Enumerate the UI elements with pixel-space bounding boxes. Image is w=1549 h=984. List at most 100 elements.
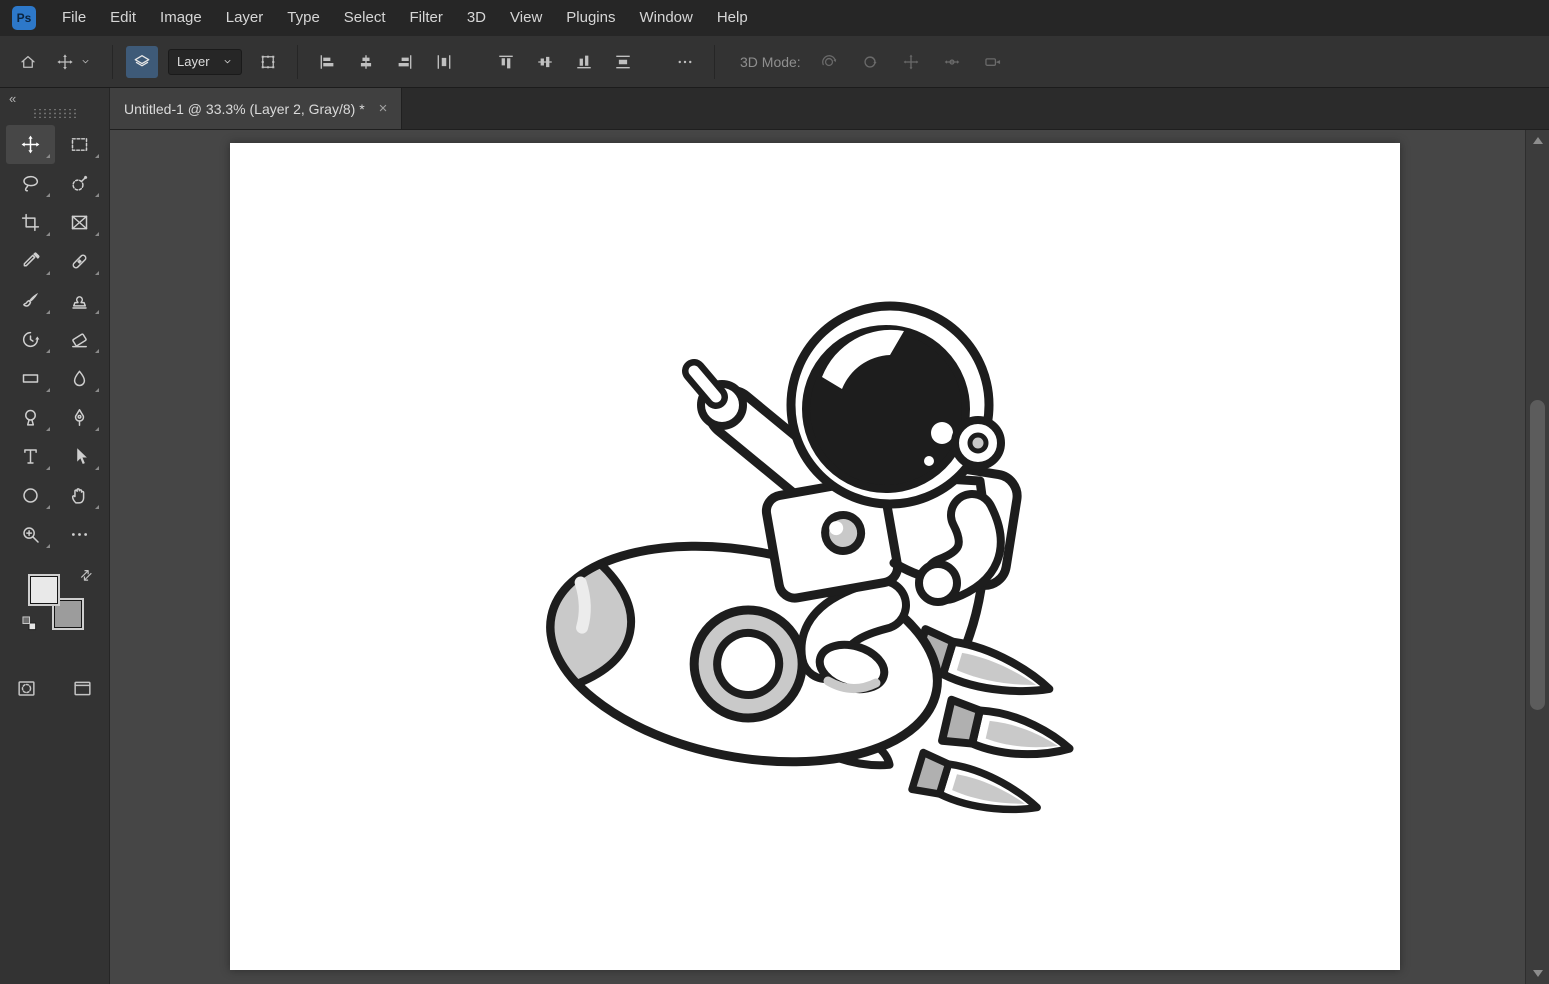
distribute-horizontal-centers-button[interactable] <box>428 46 460 78</box>
menu-window[interactable]: Window <box>627 0 704 36</box>
scroll-up-arrow[interactable] <box>1533 137 1543 144</box>
align-top-edges-icon <box>497 53 515 71</box>
lasso-tool[interactable] <box>6 164 55 203</box>
tool-panel-grip[interactable] <box>32 109 78 118</box>
align-buttons-group-2 <box>490 46 639 78</box>
menu-view[interactable]: View <box>498 0 554 36</box>
menu-edit[interactable]: Edit <box>98 0 148 36</box>
quick-selection-tool[interactable] <box>55 164 104 203</box>
menu-select[interactable]: Select <box>332 0 398 36</box>
align-vertical-centers-icon <box>536 53 554 71</box>
collapse-panel-button[interactable]: « <box>0 88 24 107</box>
options-bar: Layer 3D Mode: <box>0 36 1549 88</box>
menu-filter[interactable]: Filter <box>398 0 455 36</box>
path-selection-tool[interactable] <box>55 437 104 476</box>
document-tab-bar: Untitled-1 @ 33.3% (Layer 2, Gray/8) * × <box>110 88 1549 130</box>
align-horizontal-centers-button[interactable] <box>350 46 382 78</box>
rectangular-marquee-tool[interactable] <box>55 125 104 164</box>
clone-stamp-tool-icon <box>69 290 90 311</box>
screen-mode-button[interactable] <box>67 672 99 704</box>
menu-image[interactable]: Image <box>148 0 214 36</box>
distribute-vertical-centers-button[interactable] <box>607 46 639 78</box>
align-left-edges-icon <box>318 53 336 71</box>
menu-type[interactable]: Type <box>275 0 332 36</box>
dodge-tool-icon <box>20 407 41 428</box>
horizontal-type-tool[interactable] <box>6 437 55 476</box>
foreground-color-swatch[interactable] <box>28 574 60 606</box>
auto-select-toggle[interactable] <box>126 46 158 78</box>
3d-orbit-button[interactable] <box>813 46 845 78</box>
align-bottom-edges-button[interactable] <box>568 46 600 78</box>
scrollbar-thumb[interactable] <box>1530 400 1545 710</box>
show-transform-controls-toggle[interactable] <box>252 46 284 78</box>
gradient-tool-icon <box>20 368 41 389</box>
menu-help[interactable]: Help <box>705 0 760 36</box>
edit-toolbar-button[interactable] <box>55 515 104 554</box>
blur-tool[interactable] <box>55 359 104 398</box>
more-align-options-button[interactable] <box>669 46 701 78</box>
astronaut-rocket-illustration <box>230 143 1400 970</box>
screen-mode-icon <box>72 678 93 699</box>
swap-colors-icon[interactable]: ⇄ <box>77 566 95 584</box>
menu-layer[interactable]: Layer <box>214 0 276 36</box>
eyedropper-tool-icon <box>20 251 41 272</box>
eyedropper-tool[interactable] <box>6 242 55 281</box>
align-right-edges-button[interactable] <box>389 46 421 78</box>
distribute-horizontal-centers-icon <box>435 53 453 71</box>
document-canvas[interactable] <box>230 143 1400 970</box>
path-selection-tool-icon <box>69 446 90 467</box>
3d-slide-button[interactable] <box>936 46 968 78</box>
brush-tool[interactable] <box>6 281 55 320</box>
canvas-viewport <box>110 130 1549 984</box>
crop-tool-icon <box>20 212 41 233</box>
horizontal-type-tool-icon <box>20 446 41 467</box>
document-tab[interactable]: Untitled-1 @ 33.3% (Layer 2, Gray/8) * × <box>110 88 402 129</box>
tab-close-icon[interactable]: × <box>379 100 388 117</box>
zoom-tool[interactable] <box>6 515 55 554</box>
default-colors-icon[interactable] <box>22 616 37 631</box>
3d-camera-button[interactable] <box>977 46 1009 78</box>
menu-file[interactable]: File <box>50 0 98 36</box>
home-button[interactable] <box>12 46 44 78</box>
3d-mode-label: 3D Mode: <box>740 54 801 70</box>
history-brush-tool[interactable] <box>6 320 55 359</box>
quick-selection-tool-icon <box>69 173 90 194</box>
clone-stamp-tool[interactable] <box>55 281 104 320</box>
vertical-scrollbar[interactable] <box>1525 130 1549 984</box>
tool-preset-picker[interactable] <box>48 46 99 78</box>
distribute-vertical-centers-icon <box>614 53 632 71</box>
dodge-tool[interactable] <box>6 398 55 437</box>
spot-healing-brush-tool-icon <box>69 251 90 272</box>
3d-roll-button[interactable] <box>854 46 886 78</box>
align-horizontal-centers-icon <box>357 53 375 71</box>
rectangular-marquee-tool-icon <box>69 134 90 155</box>
align-bottom-edges-icon <box>575 53 593 71</box>
pen-tool[interactable] <box>55 398 104 437</box>
align-top-edges-button[interactable] <box>490 46 522 78</box>
menu-3d[interactable]: 3D <box>455 0 498 36</box>
ellipse-tool[interactable] <box>6 476 55 515</box>
quick-mask-button[interactable] <box>11 672 43 704</box>
move-tool[interactable] <box>6 125 55 164</box>
menu-plugins[interactable]: Plugins <box>554 0 627 36</box>
auto-select-target-dropdown[interactable]: Layer <box>168 49 242 75</box>
align-left-edges-button[interactable] <box>311 46 343 78</box>
spot-healing-brush-tool[interactable] <box>55 242 104 281</box>
align-right-edges-icon <box>396 53 414 71</box>
hand-tool[interactable] <box>55 476 104 515</box>
photoshop-window: Ps FileEditImageLayerTypeSelectFilter3DV… <box>0 0 1549 984</box>
blur-tool-icon <box>69 368 90 389</box>
frame-tool[interactable] <box>55 203 104 242</box>
tool-grid <box>6 125 104 554</box>
3d-slide-icon <box>943 53 961 71</box>
crop-tool[interactable] <box>6 203 55 242</box>
align-vertical-centers-button[interactable] <box>529 46 561 78</box>
layers-icon <box>133 53 151 71</box>
transform-controls-icon <box>259 53 277 71</box>
eraser-tool[interactable] <box>55 320 104 359</box>
ellipse-tool-icon <box>20 485 41 506</box>
gradient-tool[interactable] <box>6 359 55 398</box>
3d-pan-button[interactable] <box>895 46 927 78</box>
document-tab-title: Untitled-1 @ 33.3% (Layer 2, Gray/8) * <box>124 101 365 117</box>
scroll-down-arrow[interactable] <box>1533 970 1543 977</box>
